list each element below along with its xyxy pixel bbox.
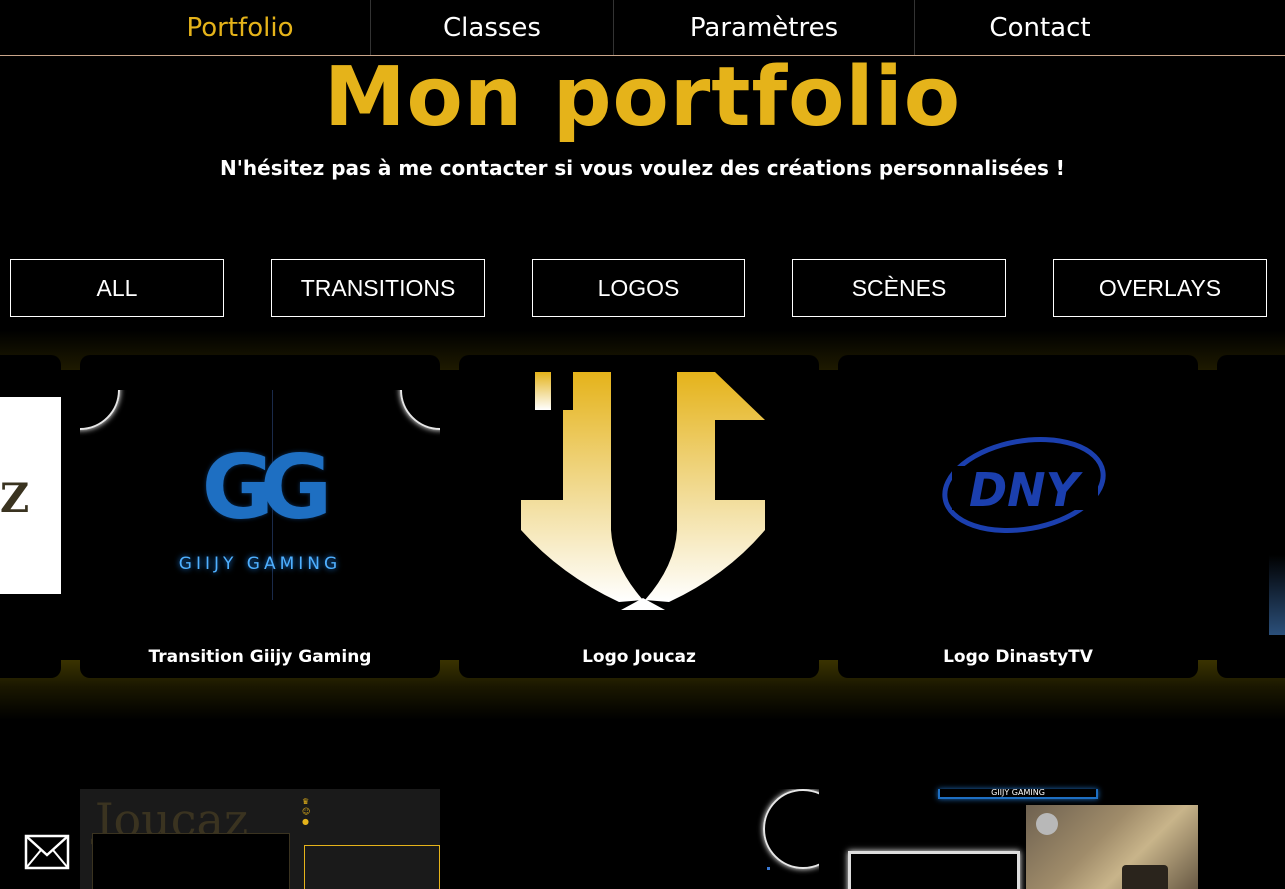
player-model bbox=[1122, 865, 1168, 889]
gallery-card-partial-right[interactable] bbox=[1217, 355, 1285, 678]
mail-icon[interactable] bbox=[24, 834, 70, 872]
card-title: Logo Joucaz bbox=[582, 647, 696, 667]
nav-classes[interactable]: Classes bbox=[371, 0, 613, 55]
nav-portfolio[interactable]: Portfolio bbox=[110, 0, 370, 55]
card-thumbnail bbox=[1269, 555, 1285, 635]
decor-ring bbox=[763, 789, 819, 869]
top-navigation: Portfolio Classes Paramètres Contact bbox=[0, 0, 1285, 56]
gallery-card-joucaz-overlay[interactable]: Joucaz ♛ ☺ ● bbox=[80, 752, 440, 889]
overlay-cam-frame bbox=[92, 833, 290, 889]
decor-dot bbox=[767, 867, 770, 870]
giijy-banner: GIIJY GAMING bbox=[938, 789, 1098, 799]
filter-transitions-button[interactable]: TRANSITIONS bbox=[271, 259, 485, 317]
nav-parametres[interactable]: Paramètres bbox=[614, 0, 914, 55]
gameplay-screenshot bbox=[1026, 805, 1198, 889]
gallery-card-dinasty[interactable]: DNY Logo DinastyTV bbox=[838, 355, 1198, 678]
gallery-card-transition-2[interactable] bbox=[459, 752, 819, 889]
decor-ring bbox=[400, 390, 440, 430]
filter-scenes-button[interactable]: SCÈNES bbox=[792, 259, 1006, 317]
card-thumbnail: Z bbox=[0, 397, 61, 594]
gallery-card-giijy[interactable]: GG GIIJY GAMING Transition Giijy Gaming bbox=[80, 355, 440, 678]
decor-ring bbox=[80, 390, 120, 430]
card-thumbnail: Joucaz ♛ ☺ ● bbox=[80, 789, 440, 889]
overlay-frame bbox=[304, 845, 440, 889]
giijy-neon-text: GIIJY GAMING bbox=[178, 554, 342, 574]
gallery-card-partial-left[interactable]: Z bbox=[0, 355, 61, 678]
card-title: Transition Giijy Gaming bbox=[148, 647, 372, 667]
joucaz-logo bbox=[521, 372, 765, 610]
filter-all-button[interactable]: ALL bbox=[10, 259, 224, 317]
cam-frame bbox=[848, 851, 1020, 889]
card-thumbnail bbox=[459, 789, 819, 889]
page-title: Mon portfolio bbox=[323, 50, 962, 145]
crown-icon: ♛ ☺ ● bbox=[302, 797, 311, 826]
thumbnail-text: Z bbox=[0, 475, 30, 522]
card-thumbnail: GG GIIJY GAMING bbox=[80, 390, 440, 600]
gallery-card-joucaz[interactable]: Logo Joucaz bbox=[459, 355, 819, 678]
gallery-card-giijy-scene[interactable]: GIIJY GAMING bbox=[838, 752, 1198, 889]
minimap-icon bbox=[1036, 813, 1058, 835]
card-thumbnail: GIIJY GAMING bbox=[838, 789, 1198, 889]
dinasty-logo-text: DNY bbox=[969, 463, 1079, 517]
card-title: Logo DinastyTV bbox=[943, 647, 1093, 667]
filter-logos-button[interactable]: LOGOS bbox=[532, 259, 745, 317]
gallery-card-row2-right[interactable] bbox=[1217, 752, 1285, 889]
nav-contact[interactable]: Contact bbox=[915, 0, 1165, 55]
giijy-logo: GG bbox=[201, 436, 332, 539]
page-subtitle: N'hésitez pas à me contacter si vous vou… bbox=[220, 156, 1065, 180]
filter-overlays-button[interactable]: OVERLAYS bbox=[1053, 259, 1267, 317]
